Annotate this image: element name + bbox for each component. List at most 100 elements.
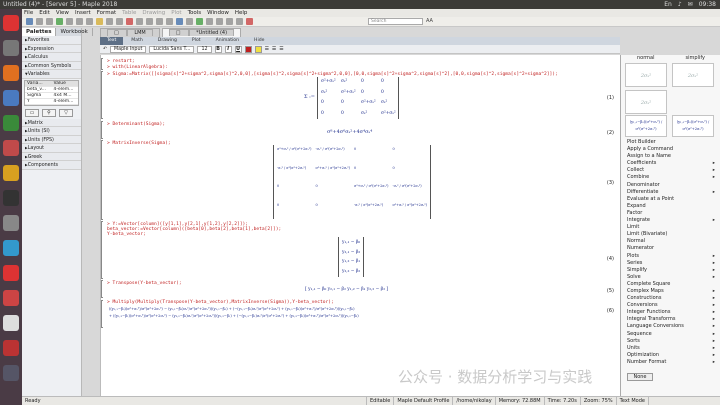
menu-item-apply-a-command[interactable]: Apply a Command xyxy=(625,146,717,153)
menu-view[interactable]: View xyxy=(56,9,69,17)
mode-tab-plot[interactable]: Plot xyxy=(185,37,208,45)
mode-tab-math[interactable]: Math xyxy=(124,37,150,45)
palette-favorites[interactable]: Favorites xyxy=(22,36,81,45)
tray-item[interactable]: En xyxy=(664,0,672,9)
cut-icon[interactable] xyxy=(66,18,73,25)
redo-icon[interactable] xyxy=(106,18,113,25)
menu-file[interactable]: File xyxy=(24,9,33,17)
tray-item[interactable]: ♪ xyxy=(678,0,682,9)
menu-tools[interactable]: Tools xyxy=(188,9,202,17)
restart-icon[interactable] xyxy=(166,18,173,25)
palette-common-symbols[interactable]: Common Symbols xyxy=(22,61,81,70)
menu-insert[interactable]: Insert xyxy=(75,9,91,17)
menu-item-solve[interactable]: Solve xyxy=(625,274,717,281)
software-center-icon[interactable] xyxy=(3,165,19,181)
normal-preview[interactable]: 2σₛ² xyxy=(625,63,667,87)
files-icon[interactable] xyxy=(3,215,19,231)
input-line[interactable]: > restart; xyxy=(107,59,135,64)
open-icon[interactable] xyxy=(36,18,43,25)
undo-icon[interactable] xyxy=(96,18,103,25)
thunderbird-icon[interactable] xyxy=(3,90,19,106)
text-color-button[interactable] xyxy=(244,45,252,53)
chart-icon[interactable] xyxy=(216,18,223,25)
menu-item-number-format[interactable]: Number Format xyxy=(625,359,717,366)
tray-item[interactable]: 09:38 xyxy=(699,0,716,9)
text-size-button[interactable]: AA xyxy=(426,18,433,24)
help-icon[interactable] xyxy=(176,18,183,25)
var-delete-button[interactable]: ▭ xyxy=(25,108,39,117)
italic-button[interactable]: I xyxy=(224,45,232,53)
input-line[interactable]: > Transpose(Y-beta_vector); xyxy=(107,281,182,286)
tab-lmm[interactable]: □ LMM xyxy=(100,28,160,37)
highlight-color-button[interactable] xyxy=(254,45,262,53)
link-icon[interactable] xyxy=(236,18,243,25)
menu-item-simplify[interactable]: Simplify xyxy=(625,267,717,274)
menu-drawing[interactable]: Drawing xyxy=(142,9,165,17)
print-icon[interactable] xyxy=(56,18,63,25)
variable-row[interactable]: Y 4-elem... xyxy=(25,99,78,105)
menu-item-series[interactable]: Series xyxy=(625,260,717,267)
menu-plot[interactable]: Plot xyxy=(171,9,181,17)
terminal-icon[interactable] xyxy=(3,190,19,206)
menu-item-normal[interactable]: Normal xyxy=(625,238,717,245)
text-icon[interactable] xyxy=(116,18,123,25)
menu-item-coefficients[interactable]: Coefficients xyxy=(625,160,717,167)
search-input[interactable]: Search xyxy=(368,18,423,25)
menu-item-integral-transforms[interactable]: Integral Transforms xyxy=(625,316,717,323)
execute-icon[interactable] xyxy=(136,18,143,25)
settings-icon[interactable] xyxy=(3,265,19,281)
palette-calculus[interactable]: Calculus xyxy=(22,53,81,62)
menu-item-expand[interactable]: Expand xyxy=(625,203,717,210)
menu-item-factor[interactable]: Factor xyxy=(625,210,717,217)
debug-icon[interactable] xyxy=(196,18,203,25)
menu-item-plots[interactable]: Plots xyxy=(625,253,717,260)
bold-button[interactable]: B xyxy=(214,45,222,53)
warning-icon[interactable] xyxy=(246,18,253,25)
menu-item-limit[interactable]: Limit xyxy=(625,224,717,231)
menu-item-assign-to-a-name[interactable]: Assign to a Name xyxy=(625,153,717,160)
mode-tab-text[interactable]: Text xyxy=(100,37,124,45)
gimp-icon[interactable] xyxy=(3,315,19,331)
palette-greek[interactable]: Greek xyxy=(22,152,81,161)
menu-item-integer-functions[interactable]: Integer Functions xyxy=(625,309,717,316)
underline-button[interactable]: U xyxy=(234,45,242,53)
preview-left[interactable]: (y₁,₁−β₀)(σ²+σₛ²) / σ²(σ²+2σₛ²) xyxy=(625,115,667,137)
menu-help[interactable]: Help xyxy=(235,9,248,17)
none-button[interactable]: None xyxy=(627,373,653,381)
mode-tab-drawing[interactable]: Drawing xyxy=(151,37,184,45)
table-icon[interactable] xyxy=(226,18,233,25)
menu-item-denominator[interactable]: Denominator xyxy=(625,182,717,189)
menu-table[interactable]: Table xyxy=(122,9,136,17)
input-mode-select[interactable]: Maple Input xyxy=(110,45,147,53)
tab-workbook[interactable]: Workbook xyxy=(56,28,93,36)
menu-item-combine[interactable]: Combine xyxy=(625,174,717,181)
menu-format[interactable]: Format xyxy=(97,9,116,17)
new-icon[interactable] xyxy=(26,18,33,25)
tab-untitled[interactable]: □ *Untitled (4) xyxy=(161,28,242,37)
align-center-icon[interactable]: ☰ xyxy=(272,47,276,52)
simplify-preview[interactable]: 2σₛ² xyxy=(672,63,714,87)
var-filter-button[interactable]: ▽ xyxy=(59,108,73,117)
menu-item-constructions[interactable]: Constructions xyxy=(625,295,717,302)
find-icon[interactable] xyxy=(206,18,213,25)
menu-item-integrate[interactable]: Integrate xyxy=(625,217,717,224)
maple-icon[interactable] xyxy=(3,15,19,31)
menu-edit[interactable]: Edit xyxy=(39,9,50,17)
input-line[interactable]: Y-beta_vector; xyxy=(107,232,146,237)
menu-item-limit-bivariate-[interactable]: Limit (Bivariate) xyxy=(625,231,717,238)
font-size-select[interactable]: 12 xyxy=(197,45,212,53)
menu-item-evaluate-at-a-point[interactable]: Evaluate at a Point xyxy=(625,196,717,203)
preview-right[interactable]: (y₁,₁−β₀)(σ²+σₛ²) / σ²(σ²+2σₛ²) xyxy=(672,115,714,137)
skype-icon[interactable] xyxy=(3,240,19,256)
stop-icon[interactable] xyxy=(156,18,163,25)
zoom-icon[interactable] xyxy=(186,18,193,25)
menu-item-complete-square[interactable]: Complete Square xyxy=(625,281,717,288)
align-left-icon[interactable]: ☰ xyxy=(265,47,269,52)
tab-palettes[interactable]: Palettes xyxy=(22,28,57,36)
worksheet[interactable]: > restart; > with(LinearAlgebra): > Sigm… xyxy=(100,55,620,396)
tray-item[interactable]: ✉ xyxy=(688,0,693,9)
menu-item-collect[interactable]: Collect xyxy=(625,167,717,174)
save-icon[interactable] xyxy=(46,18,53,25)
align-right-icon[interactable]: ☰ xyxy=(279,47,283,52)
menu-item-sorts[interactable]: Sorts xyxy=(625,338,717,345)
